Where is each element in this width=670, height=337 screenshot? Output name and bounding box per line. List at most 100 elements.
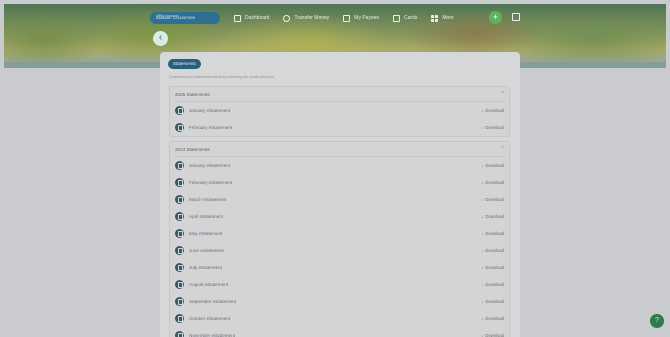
document-icon	[175, 123, 184, 132]
nav-transfer-label: Transfer Money	[294, 15, 330, 21]
account-subtitle: Utility Account	[156, 14, 178, 18]
statement-row: January eStatement ↓ Download	[170, 102, 509, 119]
statement-label: October eStatement	[189, 316, 231, 321]
download-label: Download	[485, 333, 504, 337]
statement-label: February eStatement	[189, 125, 233, 130]
statement-label: November eStatement	[189, 333, 235, 337]
download-label: Download	[485, 180, 504, 185]
document-icon	[175, 229, 184, 238]
document-icon	[175, 212, 184, 221]
download-icon: ↓	[481, 282, 484, 287]
logout-icon[interactable]	[512, 13, 520, 21]
section-2025-header[interactable]: 2025 Statements ^	[170, 87, 509, 101]
section-2024-header[interactable]: 2024 Statements ^	[170, 142, 509, 156]
download-icon: ↓	[481, 180, 484, 185]
statement-row: August eStatement ↓ Download	[170, 276, 509, 293]
statement-row: July eStatement ↓ Download	[170, 259, 509, 276]
download-button[interactable]: ↓ Download	[481, 299, 504, 304]
statement-row: January eStatement ↓ Download	[170, 157, 509, 174]
nav-dashboard-label: Dashboard	[245, 15, 270, 21]
chat-help-button[interactable]: ?	[650, 314, 664, 328]
download-button[interactable]: ↓ Download	[481, 231, 504, 236]
download-button[interactable]: ↓ Download	[481, 265, 504, 270]
chevron-up-icon[interactable]: ^	[501, 91, 504, 97]
nav-transfer-money[interactable]: Transfer Money	[283, 14, 330, 22]
download-button[interactable]: ↓ Download	[481, 163, 504, 168]
back-button[interactable]: ‹	[153, 31, 168, 46]
section-2024-rows: January eStatement ↓ Download February eSta…	[170, 157, 509, 337]
statement-label: July eStatement	[189, 265, 222, 270]
nav-more[interactable]: More	[431, 14, 454, 22]
section-2024-title: 2024 Statements	[175, 146, 210, 152]
download-label: Download	[485, 316, 504, 321]
download-button[interactable]: ↓ Download	[481, 282, 504, 287]
document-icon	[175, 297, 184, 306]
payees-icon	[343, 14, 351, 22]
document-icon	[175, 280, 184, 289]
download-icon: ↓	[481, 333, 484, 337]
statement-row: March eStatement ↓ Download	[170, 191, 509, 208]
statement-row: April eStatement ↓ Download	[170, 208, 509, 225]
download-label: Download	[485, 108, 504, 113]
document-icon	[175, 314, 184, 323]
page-description: Download your statements below by select…	[169, 75, 275, 79]
page-title: Statements	[168, 59, 201, 69]
statement-label: August eStatement	[189, 282, 229, 287]
section-2025: 2025 Statements ^ January eStatement ↓ Dow…	[169, 86, 510, 137]
download-button[interactable]: ↓ Download	[481, 214, 504, 219]
section-2025-rows: January eStatement ↓ Download February eSta…	[170, 102, 509, 136]
nav-dashboard[interactable]: Dashboard	[234, 14, 270, 22]
download-button[interactable]: ↓ Download	[481, 108, 504, 113]
statement-row: February eStatement ↓ Download	[170, 119, 509, 136]
statement-row: October eStatement ↓ Download	[170, 310, 509, 327]
download-button[interactable]: ↓ Download	[481, 180, 504, 185]
download-icon: ↓	[481, 214, 484, 219]
document-icon	[175, 161, 184, 170]
download-button[interactable]: ↓ Download	[481, 125, 504, 130]
statement-label: June eStatement	[189, 248, 224, 253]
download-label: Download	[485, 231, 504, 236]
section-2025-title: 2025 Statements	[175, 91, 210, 97]
dashboard-icon	[234, 14, 241, 22]
document-icon	[175, 246, 184, 255]
download-label: Download	[485, 214, 504, 219]
nav-cards[interactable]: Cards	[393, 14, 418, 22]
download-icon: ↓	[481, 299, 484, 304]
download-label: Download	[485, 125, 504, 130]
download-label: Download	[485, 197, 504, 202]
download-label: Download	[485, 299, 504, 304]
document-icon	[175, 178, 184, 187]
statement-row: September eStatement ↓ Download	[170, 293, 509, 310]
card-icon	[393, 14, 401, 22]
nav-payees-label: My Payees	[354, 15, 380, 21]
nav-cards-label: Cards	[404, 15, 418, 21]
section-2024: 2024 Statements ^ January eStatement ↓ Dow…	[169, 141, 510, 337]
statement-label: April eStatement	[189, 214, 223, 219]
document-icon	[175, 331, 184, 337]
download-icon: ↓	[481, 316, 484, 321]
statement-label: January eStatement	[189, 163, 231, 168]
download-button[interactable]: ↓ Download	[481, 248, 504, 253]
statement-label: September eStatement	[189, 299, 237, 304]
statements-card: Statements Download your statements belo…	[160, 52, 520, 337]
chevron-up-icon[interactable]: ^	[501, 146, 504, 152]
download-button[interactable]: ↓ Download	[481, 197, 504, 202]
statement-label: January eStatement	[189, 108, 231, 113]
statement-row: June eStatement ↓ Download	[170, 242, 509, 259]
nav-more-label: More	[442, 15, 454, 21]
download-icon: ↓	[481, 248, 484, 253]
download-icon: ↓	[481, 265, 484, 270]
download-button[interactable]: ↓ Download	[481, 316, 504, 321]
nav-my-payees[interactable]: My Payees	[343, 14, 380, 22]
grid-icon	[431, 14, 439, 22]
statement-row: February eStatement ↓ Download	[170, 174, 509, 191]
download-icon: ↓	[481, 231, 484, 236]
download-icon: ↓	[481, 125, 484, 130]
transfer-icon	[283, 14, 291, 22]
statement-label: May eStatement	[189, 231, 223, 236]
document-icon	[175, 263, 184, 272]
download-label: Download	[485, 163, 504, 168]
download-button[interactable]: ↓ Download	[481, 333, 504, 337]
download-label: Download	[485, 248, 504, 253]
add-button[interactable]: +	[489, 11, 502, 24]
